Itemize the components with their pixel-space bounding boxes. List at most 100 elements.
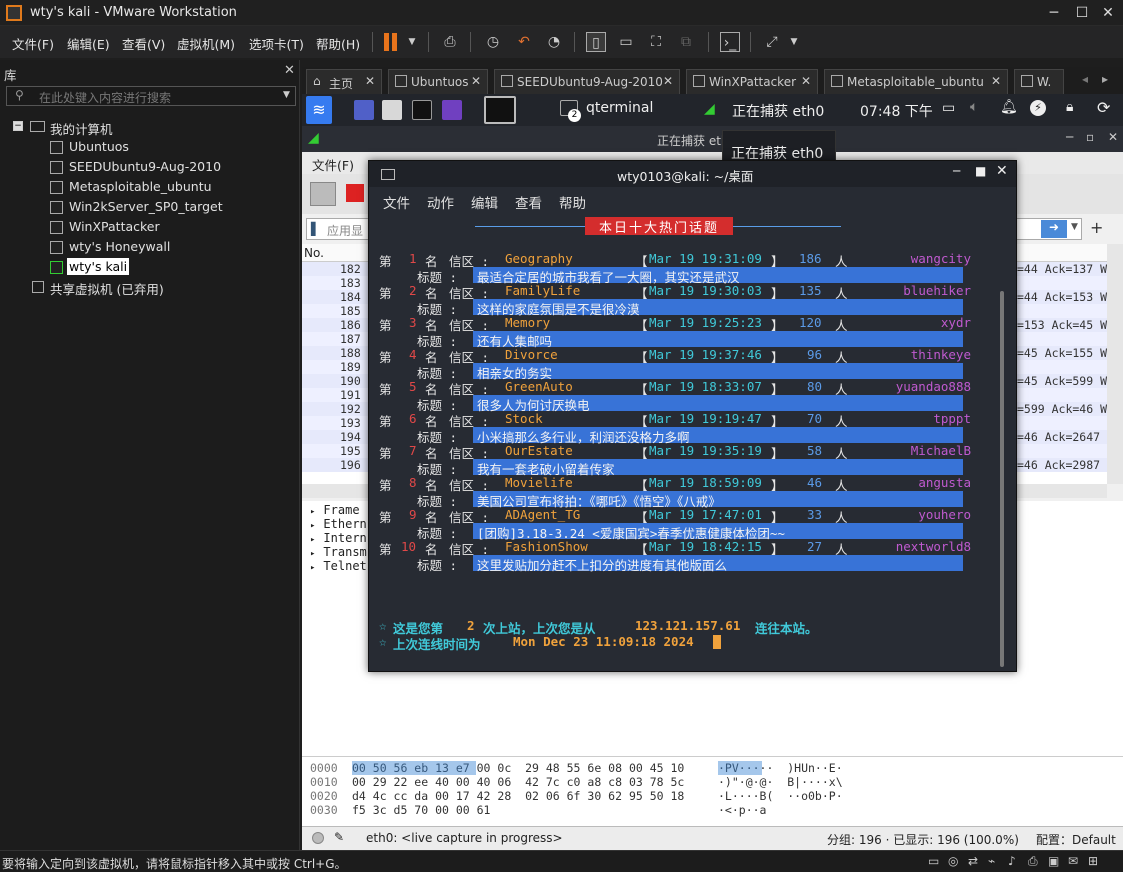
tree-vm-seedubuntu[interactable]: SEEDUbuntu9-Aug-2010 xyxy=(69,159,221,174)
taskbar-qterminal[interactable]: qterminal xyxy=(586,100,653,116)
snapshot-manager-icon[interactable]: ◔ xyxy=(544,32,564,52)
sound-icon[interactable]: ♪ xyxy=(1008,854,1016,868)
menu-tabs[interactable]: 选项卡(T) xyxy=(249,34,304,53)
term-menu-help[interactable]: 帮助 xyxy=(559,192,586,212)
ws-close-icon[interactable]: ✕ xyxy=(1108,130,1118,144)
shark-fin-icon[interactable] xyxy=(310,182,336,206)
taskbar-wireshark[interactable]: 正在捕获 eth0 xyxy=(732,101,824,121)
maximize-button[interactable]: ☐ xyxy=(1072,3,1092,23)
ws-maximize-icon[interactable]: ▫ xyxy=(1086,130,1094,144)
ws-menu-file[interactable]: 文件(F) xyxy=(312,155,354,174)
close-tab-icon[interactable]: ✕ xyxy=(471,74,481,88)
profile-status[interactable]: 配置：Default xyxy=(1036,831,1116,848)
desktop-icon[interactable] xyxy=(354,100,374,120)
message-icon[interactable]: ✉ xyxy=(1068,854,1078,868)
detail-row[interactable]: ▸ Frame xyxy=(310,503,360,517)
library-view-icon[interactable]: ▯ xyxy=(586,32,606,52)
tree-vm-kali-selected[interactable]: wty's kali xyxy=(67,258,130,275)
term-minimize-icon[interactable]: ─ xyxy=(953,164,960,178)
send-keys-icon[interactable]: ⎙ xyxy=(440,32,460,52)
network-icon[interactable]: ⇄ xyxy=(968,854,978,868)
apply-filter-icon[interactable]: ➜ xyxy=(1041,220,1067,238)
volume-icon[interactable]: 🔈︎ xyxy=(970,99,978,115)
close-tab-icon[interactable]: ✕ xyxy=(991,74,1001,88)
chevron-down-icon[interactable]: ▼ xyxy=(402,32,422,52)
menu-vm[interactable]: 虚拟机(M) xyxy=(177,34,235,53)
tab-w[interactable]: W. xyxy=(1014,69,1064,94)
power-manager-icon[interactable]: ⚡ xyxy=(1030,100,1046,116)
menu-view[interactable]: 查看(V) xyxy=(122,34,165,53)
tab-winxpattacker[interactable]: WinXPattacker ✕ xyxy=(686,69,818,94)
tree-vm-winxpattacker[interactable]: WinXPattacker xyxy=(69,219,160,234)
panel-clock[interactable]: 07:48 下午 xyxy=(860,101,933,121)
tree-vm-honeywall[interactable]: wty's Honeywall xyxy=(69,239,170,254)
pause-icon[interactable] xyxy=(384,33,389,51)
console-icon[interactable]: ›_ xyxy=(720,32,740,52)
tree-shared-vms[interactable]: 共享虚拟机 (已弃用) xyxy=(50,279,164,298)
minimize-button[interactable]: ─ xyxy=(1044,3,1064,23)
close-library-icon[interactable]: ✕ xyxy=(284,63,295,78)
lock-icon[interactable]: 🔒︎ xyxy=(1066,99,1073,115)
terminal-icon[interactable] xyxy=(412,100,432,120)
term-menu-file[interactable]: 文件 xyxy=(383,192,410,212)
display-icon[interactable]: ▣ xyxy=(1048,854,1059,868)
expand-icon[interactable]: ▸ xyxy=(310,535,315,545)
close-tab-icon[interactable]: ✕ xyxy=(801,74,811,88)
term-close-icon[interactable]: ✕ xyxy=(996,163,1008,179)
printer-icon[interactable]: ⎙ xyxy=(1028,854,1038,869)
detail-row[interactable]: ▸ Ethern xyxy=(310,517,367,531)
col-no-header[interactable]: No. xyxy=(304,246,324,260)
expert-info-icon[interactable] xyxy=(312,832,324,844)
tab-ubuntuos[interactable]: Ubuntuos ✕ xyxy=(388,69,488,94)
ws-minimize-icon[interactable]: ─ xyxy=(1066,130,1073,144)
active-terminal-icon[interactable] xyxy=(484,96,516,124)
tab-home[interactable]: ⌂ 主页 ✕ xyxy=(306,69,382,94)
term-menu-view[interactable]: 查看 xyxy=(515,192,542,212)
close-tab-icon[interactable]: ✕ xyxy=(365,74,375,88)
unity-icon[interactable]: ⧉ xyxy=(676,32,696,52)
thumbnail-view-icon[interactable]: ▭ xyxy=(616,32,636,52)
term-maximize-icon[interactable]: ■ xyxy=(975,164,986,178)
stretch-icon[interactable]: ⤢ xyxy=(762,32,782,52)
expand-icon[interactable]: ▸ xyxy=(310,549,315,559)
bookmark-icon[interactable]: ▌ xyxy=(311,222,320,236)
packet-list-scrollbar[interactable] xyxy=(1107,244,1123,484)
fullscreen-icon[interactable]: ⛶ xyxy=(646,32,666,52)
chevron-down-icon[interactable]: ▼ xyxy=(784,32,804,52)
edit-comment-icon[interactable]: ✎ xyxy=(334,830,344,844)
detail-row[interactable]: ▸ Intern xyxy=(310,531,367,545)
menu-help[interactable]: 帮助(H) xyxy=(316,34,360,53)
usb-icon[interactable]: ⌁ xyxy=(988,854,995,868)
term-menu-edit[interactable]: 编辑 xyxy=(471,192,498,212)
add-filter-button[interactable]: + xyxy=(1090,218,1103,237)
file-manager-icon[interactable] xyxy=(382,100,402,120)
tab-seedubuntu[interactable]: SEEDUbuntu9-Aug-2010 ✕ xyxy=(494,69,680,94)
collapse-icon[interactable]: − xyxy=(13,121,23,131)
revert-snapshot-icon[interactable]: ↶ xyxy=(514,32,534,52)
expand-icon[interactable]: ▸ xyxy=(310,563,315,573)
detail-row[interactable]: ▸ Transm xyxy=(310,545,367,559)
expand-icon[interactable]: ▸ xyxy=(310,521,315,531)
terminal-scrollbar[interactable] xyxy=(1000,291,1004,667)
tab-scroll-left-icon[interactable]: ◂ xyxy=(1082,72,1088,86)
chevron-down-icon[interactable]: ▼ xyxy=(283,90,290,100)
menu-file[interactable]: 文件(F) xyxy=(12,34,54,53)
tab-metasploitable[interactable]: Metasploitable_ubuntu ✕ xyxy=(824,69,1008,94)
close-tab-icon[interactable]: ✕ xyxy=(663,74,673,88)
term-menu-actions[interactable]: 动作 xyxy=(427,192,454,212)
fullscreen-toggle-icon[interactable]: ⊞ xyxy=(1088,854,1098,868)
detail-row[interactable]: ▸ Telnet xyxy=(310,559,367,573)
library-search-input[interactable]: ⚲ 在此处键入内容进行搜索 ▼ xyxy=(6,86,296,106)
tree-vm-metasploitable[interactable]: Metasploitable_ubuntu xyxy=(69,179,212,194)
logout-icon[interactable]: ⟳ xyxy=(1097,98,1110,117)
kali-menu-icon[interactable]: ≋ xyxy=(306,96,332,124)
cd-icon[interactable]: ◎ xyxy=(948,854,958,868)
close-button[interactable]: ✕ xyxy=(1098,3,1118,23)
tree-vm-win2kserver[interactable]: Win2kServer_SP0_target xyxy=(69,199,223,214)
notification-bell-icon[interactable]: 🔔︎ xyxy=(1000,99,1018,115)
tab-scroll-right-icon[interactable]: ▸ xyxy=(1102,72,1108,86)
expand-icon[interactable]: ▸ xyxy=(310,507,315,517)
chevron-down-icon[interactable]: ▼ xyxy=(1071,222,1078,232)
stop-capture-icon[interactable] xyxy=(346,184,364,202)
hdd-icon[interactable]: ▭ xyxy=(928,854,939,868)
